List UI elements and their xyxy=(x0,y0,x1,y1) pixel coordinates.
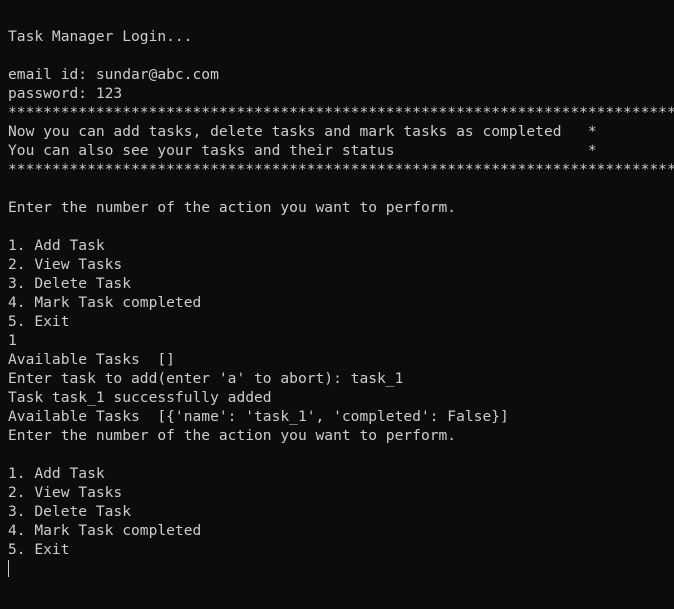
output-line: You can also see your tasks and their st… xyxy=(8,142,597,159)
output-line: Task Manager Login... xyxy=(8,28,193,45)
prompt-line: Enter the number of the action you want … xyxy=(8,427,457,444)
menu-option: 2. View Tasks xyxy=(8,484,123,501)
menu-option: 1. Add Task xyxy=(8,237,105,254)
text-cursor xyxy=(8,560,9,577)
menu-option: 1. Add Task xyxy=(8,465,105,482)
menu-option: 2. View Tasks xyxy=(8,256,123,273)
menu-option: 4. Mark Task completed xyxy=(8,294,202,311)
output-line: Available Tasks [] xyxy=(8,351,175,368)
user-input-line: 1 xyxy=(8,332,17,349)
menu-option: 3. Delete Task xyxy=(8,275,132,292)
menu-option: 4. Mark Task completed xyxy=(8,522,202,539)
menu-option: 3. Delete Task xyxy=(8,503,132,520)
menu-option: 5. Exit xyxy=(8,313,70,330)
terminal-window[interactable]: Task Manager Login... email id: sundar@a… xyxy=(0,0,674,609)
output-line: email id: sundar@abc.com xyxy=(8,66,219,83)
output-line: Available Tasks [{'name': 'task_1', 'com… xyxy=(8,408,509,425)
prompt-line: Enter task to add(enter 'a' to abort): t… xyxy=(8,370,404,387)
input-line[interactable] xyxy=(8,559,666,578)
output-line: password: 123 xyxy=(8,85,123,102)
output-line: Now you can add tasks, delete tasks and … xyxy=(8,123,597,140)
separator-line: ****************************************… xyxy=(8,161,674,178)
prompt-line: Enter the number of the action you want … xyxy=(8,199,457,216)
output-line: Task task_1 successfully added xyxy=(8,389,272,406)
separator-line: ****************************************… xyxy=(8,104,674,121)
menu-option: 5. Exit xyxy=(8,541,70,558)
